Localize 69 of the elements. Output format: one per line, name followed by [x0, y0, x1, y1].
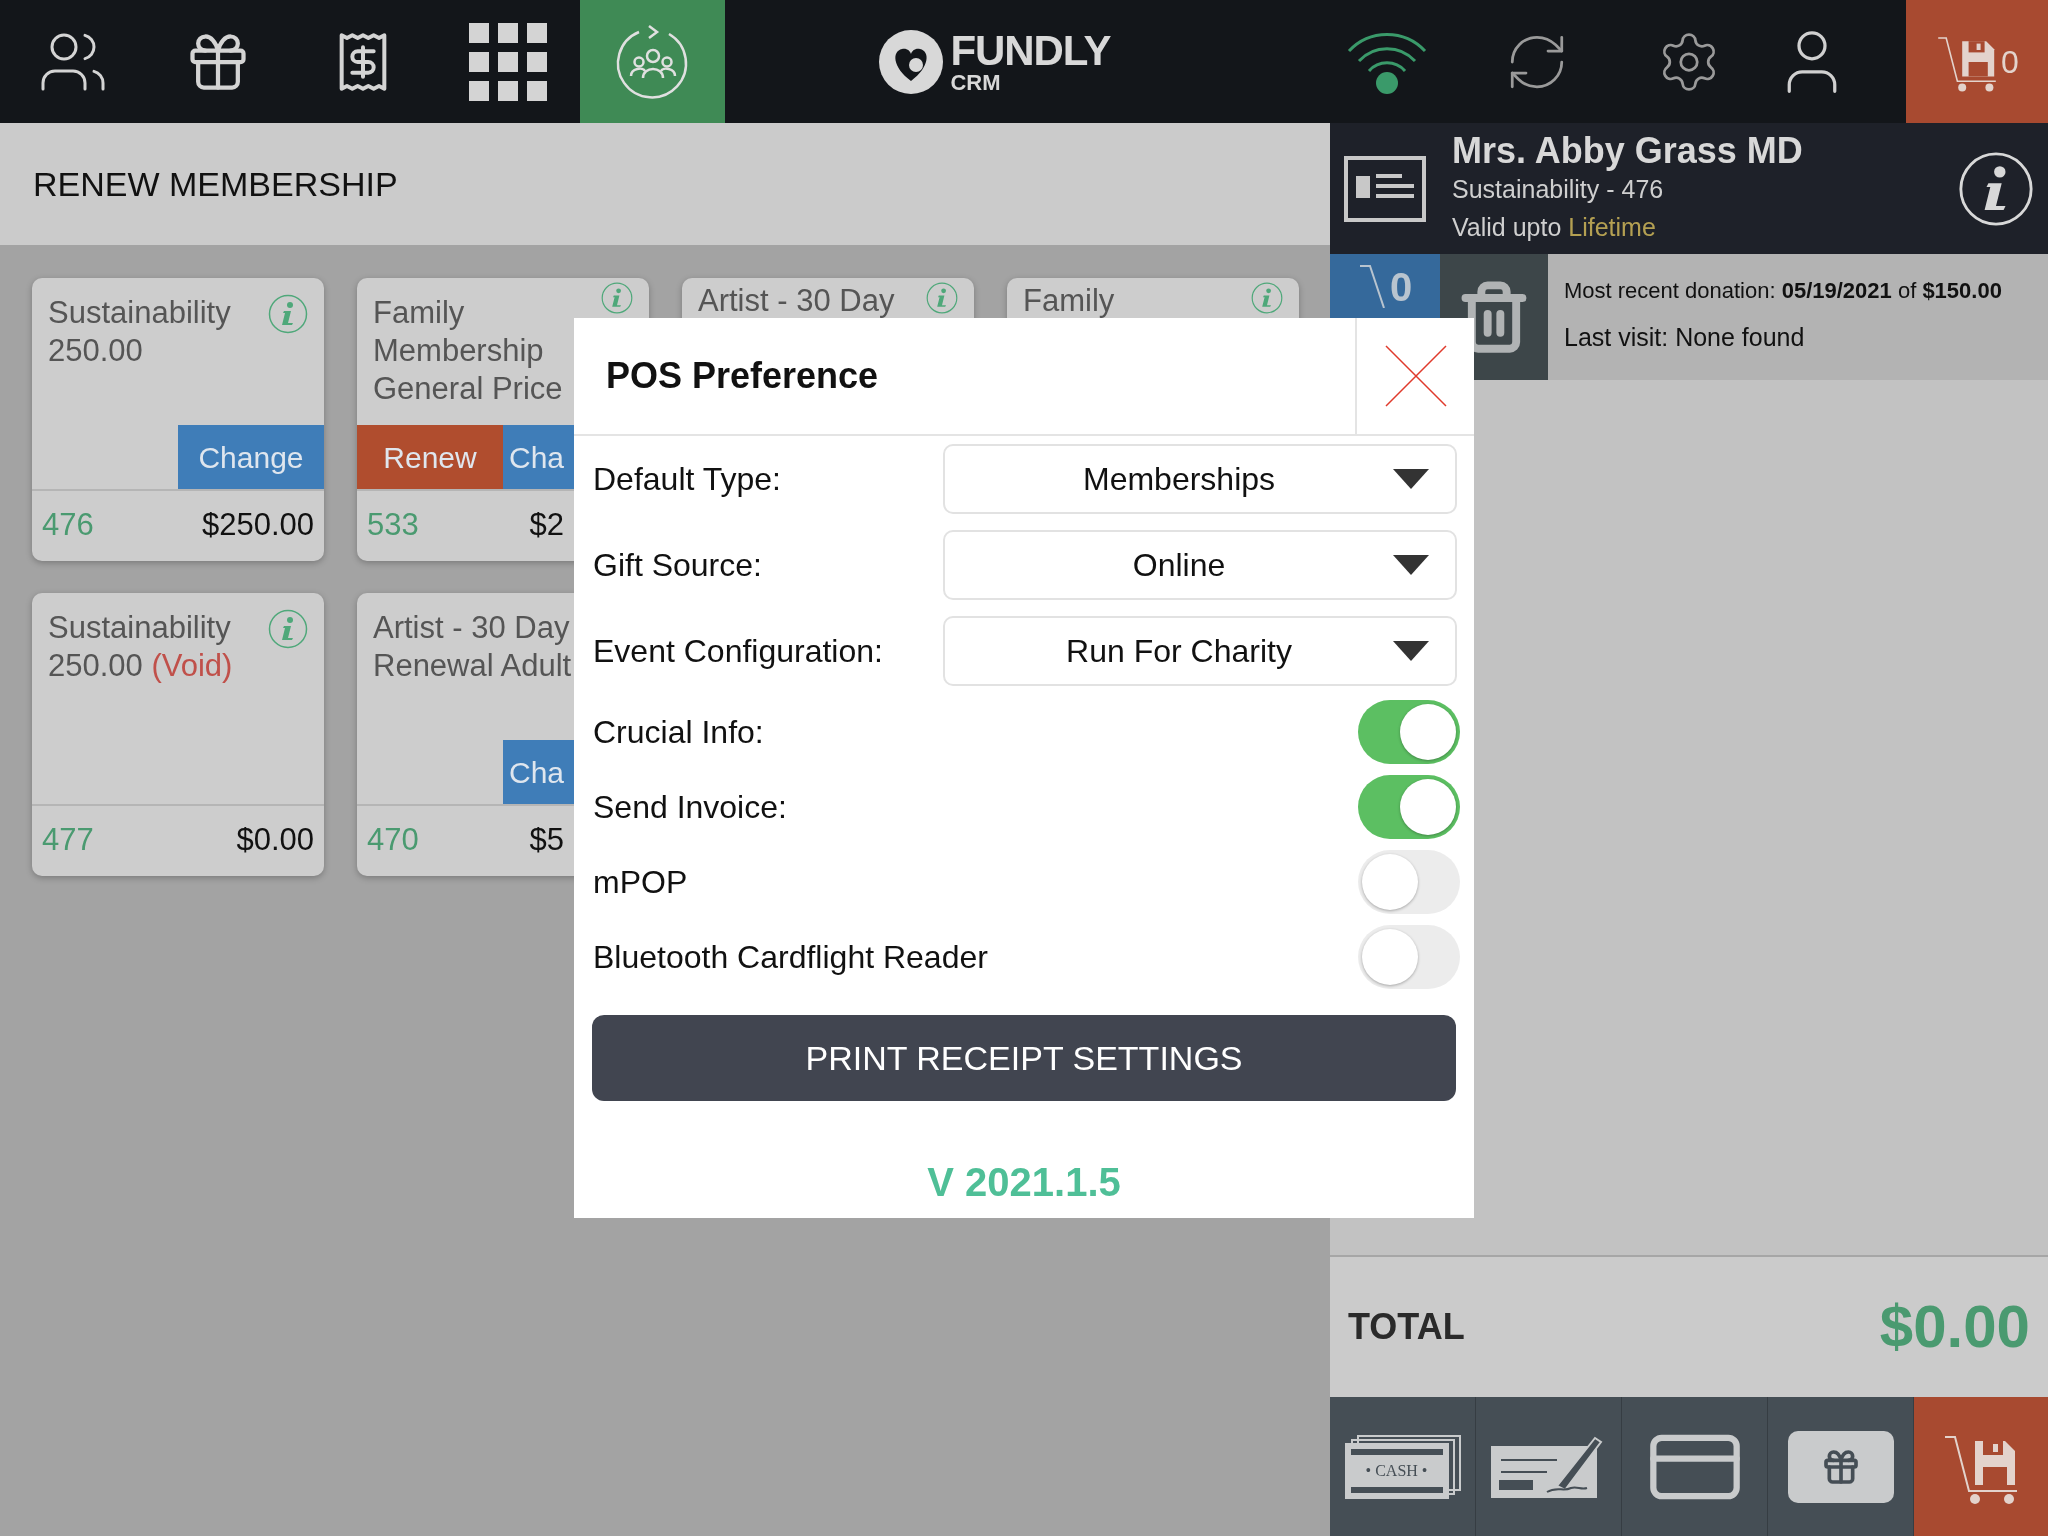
- cart-button[interactable]: 0: [1906, 0, 2048, 123]
- card-title: Renewal Adult: [373, 647, 572, 685]
- info-icon: [601, 282, 633, 314]
- info-icon: [268, 294, 308, 334]
- member-number: 533: [367, 505, 419, 544]
- card-title: 250.00: [48, 332, 144, 370]
- price: $250.00: [201, 505, 314, 544]
- heart-logo-icon: [878, 28, 945, 95]
- donation-text: Most recent donation: 05/19/2021 of $150.00: [1564, 277, 2003, 306]
- dialog-title: POS Preference: [606, 354, 879, 398]
- validity-value: Lifetime: [1568, 212, 1656, 241]
- caret-icon: [1393, 469, 1429, 489]
- last-visit-text: Last visit: None found: [1564, 322, 1806, 354]
- info-icon: [268, 609, 308, 649]
- card-title: Family: [373, 294, 466, 332]
- renew-button[interactable]: Renew: [357, 425, 503, 489]
- dropdown-field[interactable]: Run For Charity: [943, 616, 1457, 686]
- field-label: Default Type:: [593, 460, 781, 499]
- member-number: 470: [367, 820, 419, 859]
- total-label: TOTAL: [1348, 1305, 1465, 1349]
- price: $2: [529, 505, 564, 544]
- payment-button[interactable]: [1476, 1397, 1622, 1536]
- gift-card-icon: [1787, 1430, 1894, 1503]
- print-receipt-settings-button[interactable]: PRINT RECEIPT SETTINGS: [592, 1015, 1456, 1101]
- card-title: Artist - 30 Day: [698, 282, 895, 320]
- change-button[interactable]: Cha: [503, 425, 574, 489]
- total-amount: $0.00: [1879, 1292, 2030, 1362]
- field-label: Crucial Info:: [593, 712, 764, 752]
- id-card-icon: [1344, 155, 1426, 222]
- field-label: Bluetooth Cardflight Reader: [593, 937, 988, 977]
- caret-icon: [1393, 641, 1429, 661]
- card-title: Artist - 30 Day: [373, 609, 571, 647]
- card-title: 250.00 (Void): [48, 647, 233, 685]
- card-title: General Price: [373, 370, 563, 408]
- caret-icon: [1393, 555, 1429, 575]
- member-number: 476: [42, 505, 94, 544]
- field-label: mPOP: [593, 862, 688, 902]
- grid-icon: [468, 22, 547, 101]
- field-label: Send Invoice:: [593, 787, 787, 827]
- dropdown-field[interactable]: Online: [943, 530, 1457, 600]
- logo-subtitle: CRM: [950, 71, 1002, 94]
- price: $5: [529, 820, 564, 859]
- page-title: RENEW MEMBERSHIP: [33, 163, 398, 205]
- info-icon: [1958, 150, 2034, 227]
- info-icon: [1251, 282, 1283, 314]
- payment-button[interactable]: [1768, 1397, 1914, 1536]
- info-icon: [926, 282, 958, 314]
- customer-name: Mrs. Abby Grass MD: [1452, 131, 1804, 170]
- card-title: Sustainability: [48, 294, 231, 332]
- field-label: Event Configuration:: [593, 632, 883, 671]
- card-title: Family: [1023, 282, 1115, 320]
- member-number: 477: [42, 820, 94, 859]
- payment-button[interactable]: [1622, 1397, 1768, 1536]
- card-title: Membership: [373, 332, 545, 370]
- logo-name: FUNDLY: [950, 29, 1111, 72]
- membership-label: Sustainability - 476: [1452, 173, 1665, 205]
- dropdown-field[interactable]: Memberships: [943, 444, 1457, 514]
- version-label: V 2021.1.5: [927, 1159, 1121, 1206]
- save-cart-button[interactable]: [1914, 1397, 2048, 1536]
- close-icon: [1383, 344, 1448, 408]
- validity-label: Valid upto: [1452, 212, 1562, 241]
- cash-label: • CASH •: [1364, 1462, 1429, 1479]
- change-button[interactable]: Change: [178, 425, 324, 489]
- payment-button[interactable]: • CASH •: [1330, 1397, 1476, 1536]
- card-title: Sustainability: [48, 609, 232, 647]
- price: $0.00: [236, 820, 314, 859]
- field-label: Gift Source:: [593, 546, 762, 585]
- change-button[interactable]: Cha: [503, 740, 574, 804]
- cart-icon: [1357, 264, 1388, 308]
